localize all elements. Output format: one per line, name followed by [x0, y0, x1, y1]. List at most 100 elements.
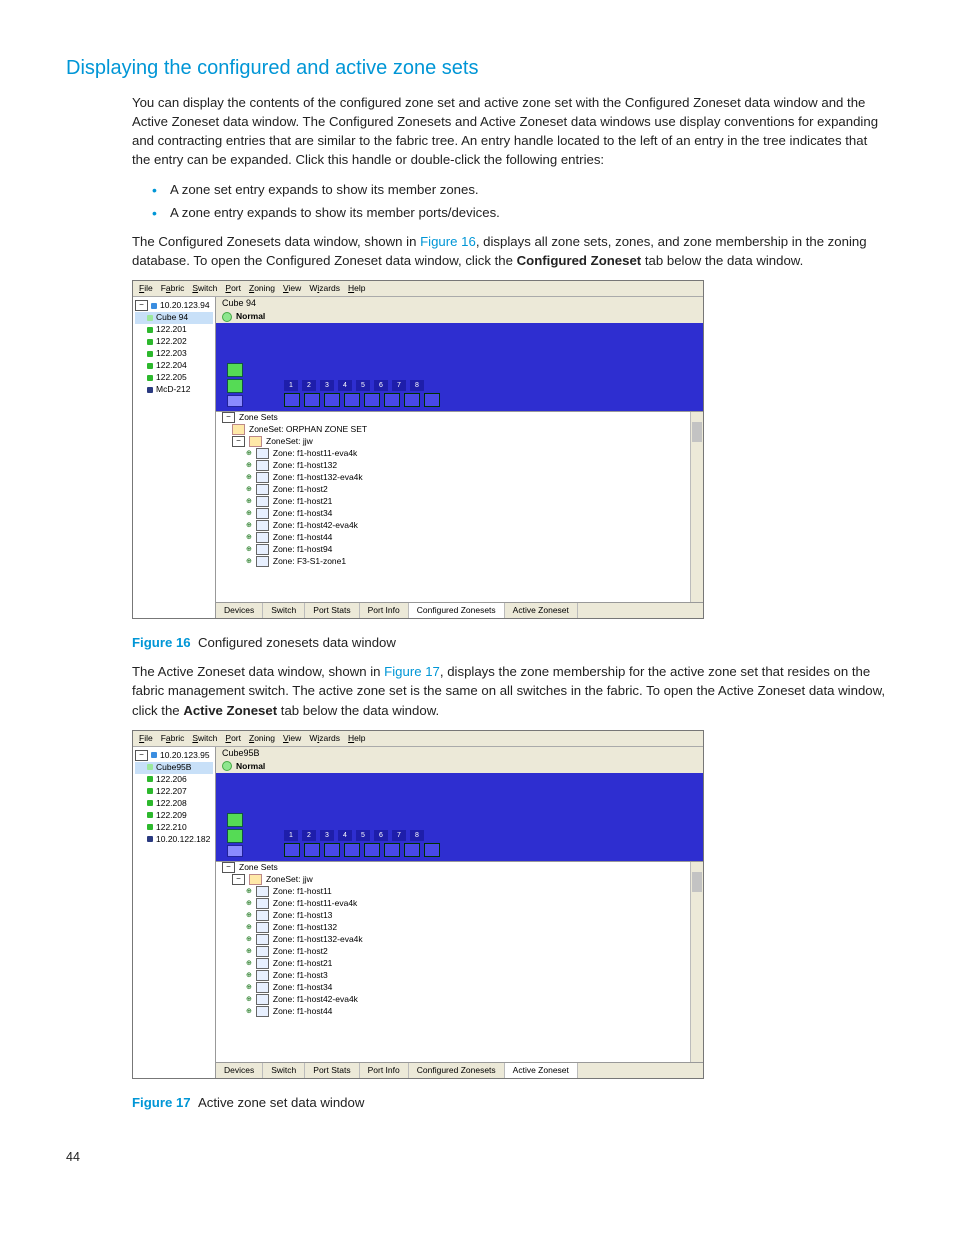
fabric-tree[interactable]: −10.20.123.95 Cube95B 122.206 122.207 12…: [133, 747, 216, 1078]
expand-icon[interactable]: ⊕: [246, 970, 252, 981]
tab-port-stats[interactable]: Port Stats: [305, 603, 359, 618]
zone-node[interactable]: Zone: f1-host11-eva4k: [273, 898, 357, 909]
expand-icon[interactable]: ⊕: [246, 898, 252, 909]
tab-switch[interactable]: Switch: [263, 1063, 305, 1078]
tab-active-zoneset[interactable]: Active Zoneset: [505, 1063, 578, 1078]
switch-faceplate[interactable]: 1 2 3 4 5 6 7 8: [216, 323, 703, 411]
zone-node[interactable]: Zone: f1-host34: [273, 508, 333, 519]
port-icon[interactable]: [384, 843, 400, 857]
zoneset-tree[interactable]: −Zone Sets −ZoneSet: jjw ⊕Zone: f1-host1…: [216, 861, 703, 1062]
tree-node[interactable]: 122.207: [156, 786, 187, 797]
port-icon[interactable]: [364, 393, 380, 407]
expand-icon[interactable]: ⊕: [246, 922, 252, 933]
menu-item[interactable]: File: [139, 733, 153, 744]
expand-icon[interactable]: ⊕: [246, 1006, 252, 1017]
zone-node[interactable]: Zone: f1-host3: [273, 970, 328, 981]
tab-devices[interactable]: Devices: [216, 1063, 263, 1078]
tree-node[interactable]: 10.20.122.182: [156, 834, 210, 845]
zone-node[interactable]: Zone: f1-host2: [273, 946, 328, 957]
tab-port-info[interactable]: Port Info: [360, 1063, 409, 1078]
expand-icon[interactable]: ⊕: [246, 532, 252, 543]
tree-node[interactable]: Cube 94: [156, 312, 188, 323]
scrollbar[interactable]: [690, 862, 703, 1062]
expand-icon[interactable]: ⊕: [246, 886, 252, 897]
port-icon[interactable]: [324, 393, 340, 407]
zone-node[interactable]: Zone: f1-host11-eva4k: [273, 448, 357, 459]
expand-icon[interactable]: ⊕: [246, 982, 252, 993]
menu-item[interactable]: Fabric: [161, 733, 185, 744]
port-icon[interactable]: [304, 843, 320, 857]
zone-node[interactable]: Zone: f1-host2: [273, 484, 328, 495]
zone-node[interactable]: Zone: f1-host44: [273, 1006, 333, 1017]
tab-configured-zonesets[interactable]: Configured Zonesets: [409, 603, 505, 618]
zone-node[interactable]: Zone: f1-host42-eva4k: [273, 520, 358, 531]
expand-icon[interactable]: ⊕: [246, 448, 252, 459]
zoneset-node[interactable]: ZoneSet: ORPHAN ZONE SET: [249, 424, 367, 435]
tree-node[interactable]: 122.204: [156, 360, 187, 371]
zone-node[interactable]: Zone: f1-host132: [273, 460, 337, 471]
tab-active-zoneset[interactable]: Active Zoneset: [505, 603, 578, 618]
zone-node[interactable]: Zone: f1-host21: [273, 496, 333, 507]
tree-node[interactable]: 122.201: [156, 324, 187, 335]
zoneset-tree[interactable]: −Zone Sets ZoneSet: ORPHAN ZONE SET −Zon…: [216, 411, 703, 602]
port-icon[interactable]: [324, 843, 340, 857]
menu-item[interactable]: Zoning: [249, 283, 275, 294]
tree-node[interactable]: 122.203: [156, 348, 187, 359]
zone-node[interactable]: Zone: f1-host21: [273, 958, 333, 969]
menu-item[interactable]: Zoning: [249, 733, 275, 744]
zoneset-node[interactable]: ZoneSet: jjw: [266, 874, 313, 885]
zone-node[interactable]: Zone: f1-host42-eva4k: [273, 994, 358, 1005]
tree-root[interactable]: Zone Sets: [239, 862, 278, 873]
menu-item[interactable]: View: [283, 733, 301, 744]
tab-switch[interactable]: Switch: [263, 603, 305, 618]
expand-icon[interactable]: ⊕: [246, 460, 252, 471]
tree-node[interactable]: 10.20.123.94: [160, 300, 210, 311]
tree-node[interactable]: Cube95B: [156, 762, 191, 773]
expand-icon[interactable]: ⊕: [246, 994, 252, 1005]
zone-node[interactable]: Zone: f1-host132-eva4k: [273, 472, 363, 483]
expand-icon[interactable]: ⊕: [246, 472, 252, 483]
tree-node[interactable]: McD-212: [156, 384, 190, 395]
port-icon[interactable]: [404, 393, 420, 407]
expand-icon[interactable]: −: [222, 862, 235, 873]
tree-node[interactable]: 122.205: [156, 372, 187, 383]
zone-node[interactable]: Zone: f1-host34: [273, 982, 333, 993]
menu-item[interactable]: Help: [348, 283, 365, 294]
menu-item[interactable]: Switch: [192, 733, 217, 744]
fabric-tree[interactable]: −10.20.123.94 Cube 94 122.201 122.202 12…: [133, 297, 216, 618]
zone-node[interactable]: Zone: f1-host132-eva4k: [273, 934, 363, 945]
expand-icon[interactable]: ⊕: [246, 946, 252, 957]
menu-item[interactable]: Port: [225, 283, 241, 294]
port-icon[interactable]: [404, 843, 420, 857]
menu-item[interactable]: Help: [348, 733, 365, 744]
menu-item[interactable]: View: [283, 283, 301, 294]
port-icon[interactable]: [304, 393, 320, 407]
expand-icon[interactable]: −: [232, 436, 245, 447]
tree-node[interactable]: 122.202: [156, 336, 187, 347]
tree-node[interactable]: 10.20.123.95: [160, 750, 210, 761]
tree-node[interactable]: 122.208: [156, 798, 187, 809]
zone-node[interactable]: Zone: f1-host44: [273, 532, 333, 543]
expand-icon[interactable]: ⊕: [246, 556, 252, 567]
menu-item[interactable]: Switch: [192, 283, 217, 294]
expand-icon[interactable]: ⊕: [246, 958, 252, 969]
expand-icon[interactable]: ⊕: [246, 520, 252, 531]
scrollbar[interactable]: [690, 412, 703, 602]
switch-faceplate[interactable]: 1 2 3 4 5 6 7 8: [216, 773, 703, 861]
tree-node[interactable]: 122.210: [156, 822, 187, 833]
tab-port-stats[interactable]: Port Stats: [305, 1063, 359, 1078]
tab-configured-zonesets[interactable]: Configured Zonesets: [409, 1063, 505, 1078]
port-icon[interactable]: [364, 843, 380, 857]
port-icon[interactable]: [424, 393, 440, 407]
figure-link[interactable]: Figure 17: [384, 664, 440, 679]
expand-icon[interactable]: ⊕: [246, 508, 252, 519]
port-icon[interactable]: [344, 843, 360, 857]
zone-node[interactable]: Zone: f1-host13: [273, 910, 333, 921]
menu-item[interactable]: Wizards: [309, 733, 340, 744]
port-icon[interactable]: [284, 393, 300, 407]
zoneset-node[interactable]: ZoneSet: jjw: [266, 436, 313, 447]
tree-root[interactable]: Zone Sets: [239, 412, 278, 423]
expand-icon[interactable]: ⊕: [246, 496, 252, 507]
figure-link[interactable]: Figure 16: [420, 234, 476, 249]
menu-item[interactable]: Fabric: [161, 283, 185, 294]
